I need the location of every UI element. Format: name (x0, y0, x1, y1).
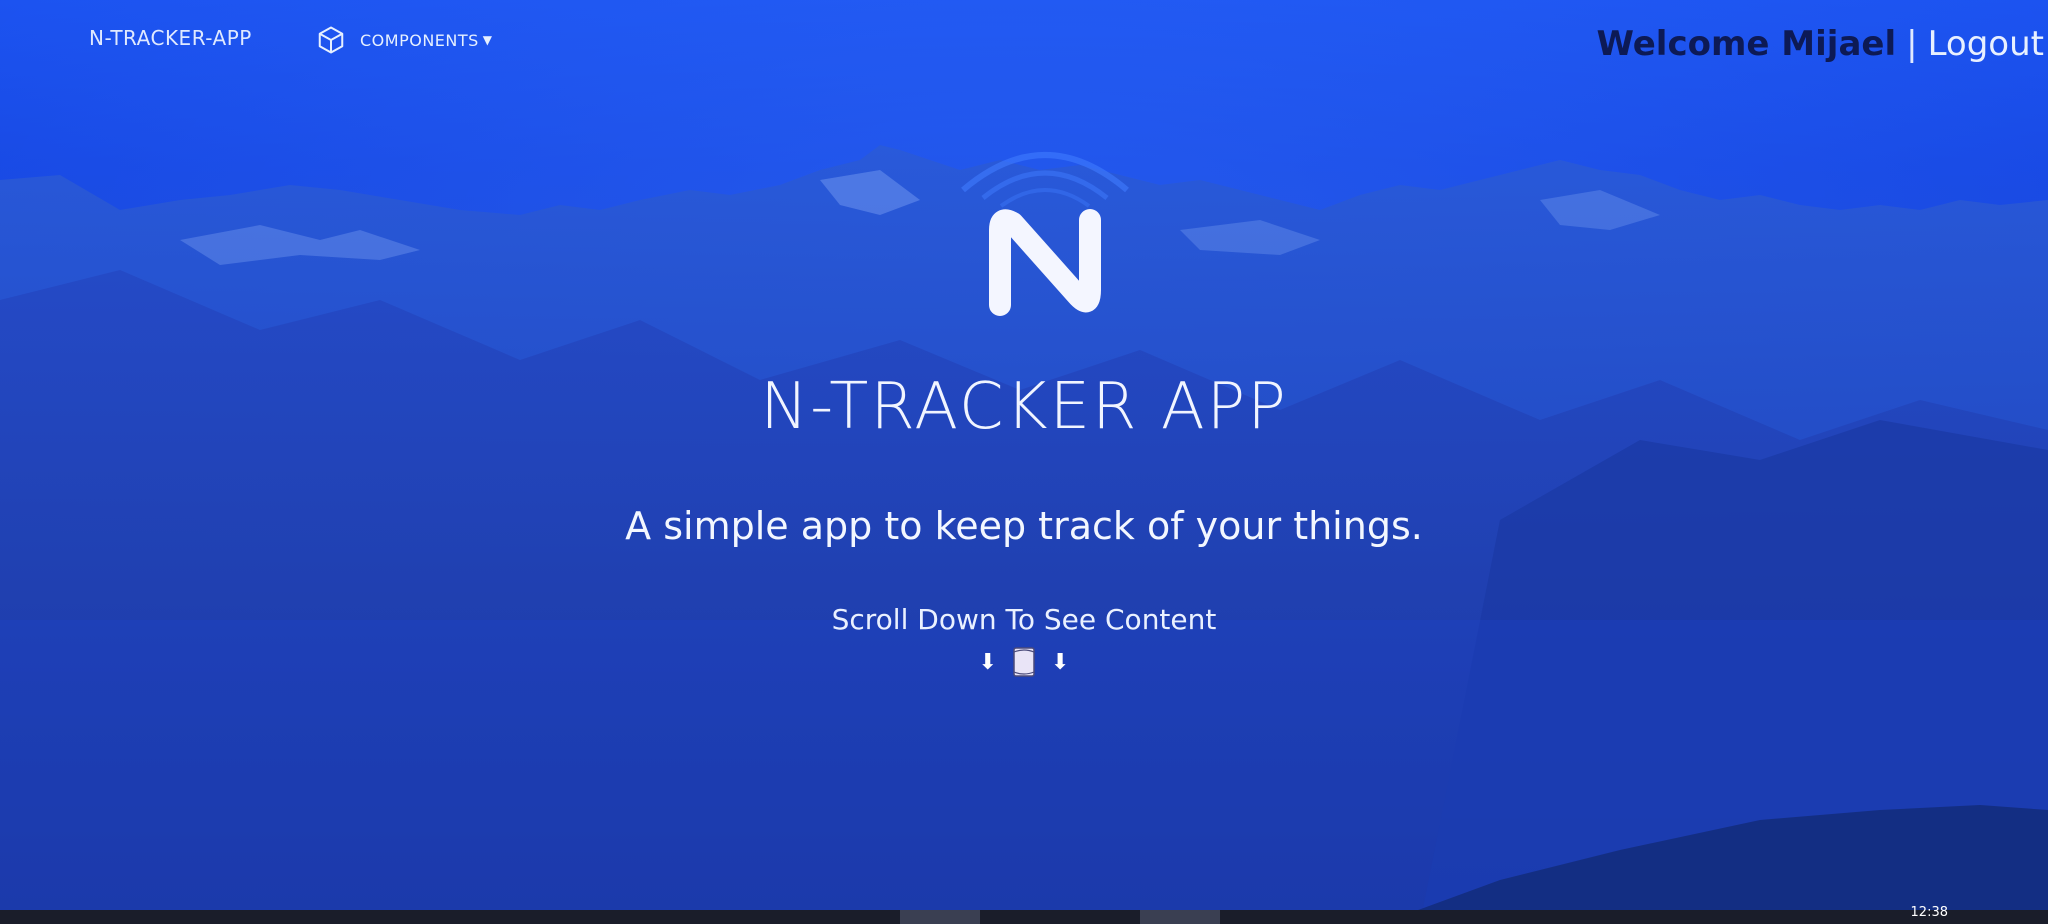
hero-subtitle: A simple app to keep track of your thing… (625, 504, 1423, 548)
scroll-icon (1013, 647, 1035, 677)
logout-link[interactable]: Logout (1928, 24, 2044, 64)
scroll-hint: Scroll Down To See Content (831, 603, 1217, 636)
arrow-down-right-icon: ⬇ (1051, 649, 1070, 675)
caret-down-icon: ▼ (482, 33, 493, 47)
os-taskbar: 12:38 (0, 905, 2048, 924)
arrow-down-left-icon: ⬇ (978, 649, 997, 675)
welcome-text: Welcome Mijael (1596, 24, 1897, 64)
n-logo-icon (961, 152, 1129, 316)
taskbar-clock: 12:38 (1910, 905, 1948, 920)
taskbar-item[interactable] (1140, 910, 1220, 924)
separator: | (1906, 24, 1918, 64)
components-dropdown[interactable]: COMPONENTS ▼ (316, 25, 492, 55)
user-welcome: Welcome Mijael | Logout (1596, 24, 2044, 64)
taskbar-item[interactable] (900, 910, 980, 924)
hero-title: N-TRACKER APP (760, 370, 1288, 444)
components-label: COMPONENTS (360, 30, 479, 50)
brand-link[interactable]: N-TRACKER-APP (89, 26, 252, 50)
cube-icon (318, 26, 344, 54)
scroll-indicator: ⬇ ⬇ (0, 646, 2048, 678)
top-navbar: N-TRACKER-APP COMPONENTS ▼ Welcome Mijae… (0, 0, 2048, 84)
hero-section: N-TRACKER APP A simple app to keep track… (0, 0, 2048, 924)
